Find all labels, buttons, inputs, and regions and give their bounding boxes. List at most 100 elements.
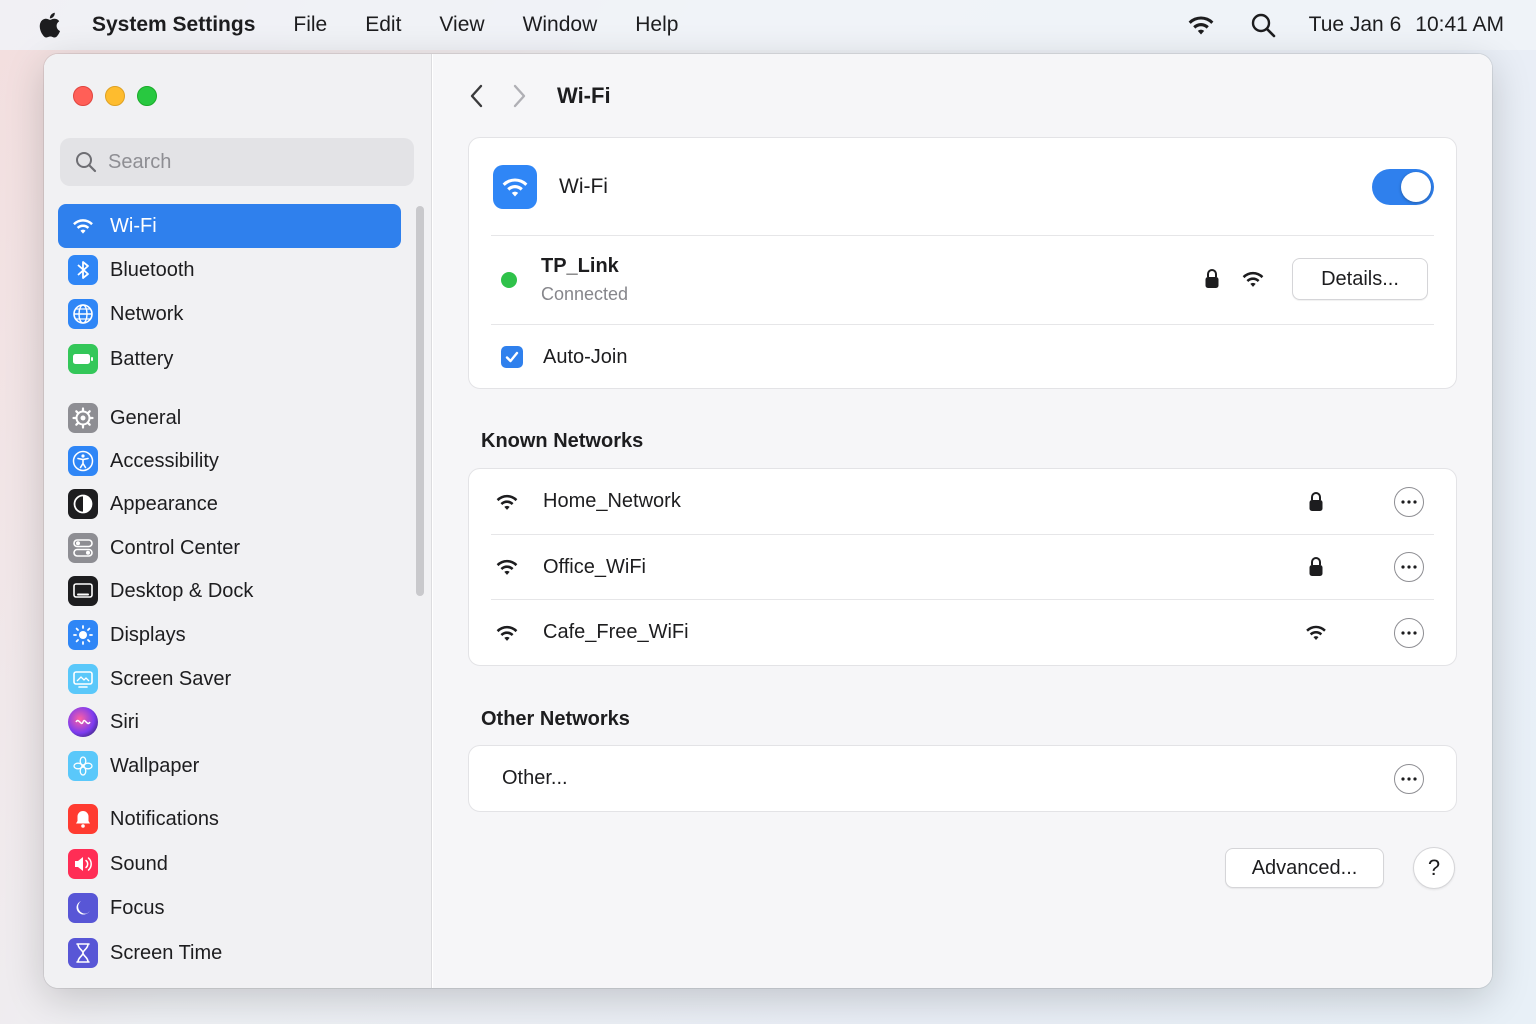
wifi-status-icon[interactable] [1185,9,1217,41]
menu-bar-clock[interactable]: Tue Jan 6 10:41 AM [1309,13,1504,37]
other-network-row[interactable]: Other... [469,746,1456,811]
advanced-button[interactable]: Advanced... [1225,848,1384,888]
known-networks-heading: Known Networks [481,430,644,452]
sidebar-item-displays[interactable]: Displays [58,613,401,657]
sidebar-item-label: Siri [110,710,139,733]
sidebar-item-network[interactable]: Network [58,292,401,336]
spotlight-search-icon[interactable] [1247,9,1279,41]
current-network-info: TP_Link Connected [541,255,628,305]
ellipsis-icon [1401,776,1417,781]
clock-date: Tue Jan 6 [1308,13,1402,36]
hourglass-icon [68,938,98,968]
sidebar: Search Wi-Fi Bluetooth Network Battery G… [44,54,432,988]
sidebar-item-wifi[interactable]: Wi-Fi [58,204,401,248]
wifi-label: Wi-Fi [559,175,608,198]
toggle-knob [1401,172,1431,202]
other-networks-heading: Other Networks [481,708,630,730]
sidebar-item-desktop-dock[interactable]: Desktop & Dock [58,569,401,613]
view-menu[interactable]: View [439,13,484,37]
back-button[interactable] [463,82,491,110]
ellipsis-icon [1401,565,1417,569]
sidebar-item-label: General [110,406,182,429]
lock-icon [1304,555,1328,579]
page-title: Wi-Fi [557,83,611,108]
screen-saver-icon [68,664,98,694]
more-options-button[interactable] [1394,763,1424,794]
sidebar-item-sound[interactable]: Sound [58,842,401,886]
displays-icon [68,620,98,650]
window-menu[interactable]: Window [523,13,598,37]
wifi-signal-icon [1240,269,1266,294]
sidebar-item-bluetooth[interactable]: Bluetooth [58,248,401,292]
more-options-button[interactable] [1394,486,1424,517]
lock-icon [1204,268,1220,295]
checkmark-icon [505,351,519,363]
sidebar-item-label: Desktop & Dock [110,579,254,602]
connected-status-dot [501,272,517,288]
known-network-name: Home_Network [543,490,681,512]
bluetooth-icon [68,255,98,285]
wifi-toggle[interactable] [1372,169,1434,205]
app-name-menu[interactable]: System Settings [92,13,255,37]
sidebar-item-label: Wi-Fi [110,214,157,237]
other-networks-card: Other... [468,745,1457,812]
known-network-name: Office_WiFi [543,555,646,578]
sidebar-item-label: Notifications [110,807,219,830]
toolbar: Wi-Fi [433,54,1492,138]
chevron-right-icon [513,84,526,108]
sidebar-item-battery[interactable]: Battery [58,337,401,381]
zoom-window-button[interactable] [137,86,157,106]
sidebar-item-screen-saver[interactable]: Screen Saver [58,657,401,701]
accessibility-icon [68,446,98,476]
more-options-button[interactable] [1394,617,1424,648]
sidebar-item-notifications[interactable]: Notifications [58,797,401,841]
details-button[interactable]: Details... [1292,258,1428,300]
more-options-button[interactable] [1394,552,1424,582]
sidebar-item-focus[interactable]: Focus [58,886,401,930]
sidebar-item-label: Appearance [110,492,218,515]
sidebar-item-siri[interactable]: Siri [58,700,401,744]
wifi-icon [493,621,521,645]
file-menu[interactable]: File [293,13,327,37]
known-network-row[interactable]: Home_Network [469,469,1456,534]
sidebar-item-accessibility[interactable]: Accessibility [58,439,401,483]
siri-icon [68,707,98,737]
known-network-name: Cafe_Free_WiFi [543,621,689,643]
sidebar-item-screen-time[interactable]: Screen Time [58,931,401,975]
sidebar-search-field[interactable]: Search [60,138,414,186]
auto-join-checkbox[interactable] [501,346,523,368]
sidebar-item-appearance[interactable]: Appearance [58,482,401,526]
ellipsis-icon [1401,630,1417,635]
sidebar-item-wallpaper[interactable]: Wallpaper [58,744,401,788]
other-network-label: Other... [502,767,568,789]
help-button[interactable]: ? [1413,847,1455,889]
sidebar-item-general[interactable]: General [58,396,401,440]
sidebar-item-label: Screen Time [110,941,223,964]
edit-menu[interactable]: Edit [365,13,401,37]
sidebar-item-label: Wallpaper [110,754,200,777]
lock-icon [1304,490,1328,514]
current-network-status: Connected [541,284,629,304]
wifi-icon [1304,621,1328,645]
known-network-row[interactable]: Office_WiFi [469,535,1456,599]
apple-menu-icon[interactable] [34,10,64,40]
settings-window: Search Wi-Fi Bluetooth Network Battery G… [44,54,1492,988]
ellipsis-icon [1401,499,1417,504]
help-menu[interactable]: Help [635,13,678,37]
known-network-row[interactable]: Cafe_Free_WiFi [469,600,1456,665]
battery-icon [68,344,98,374]
sidebar-item-label: Network [110,302,184,325]
desktop-dock-icon [68,576,98,606]
sidebar-scrollbar[interactable] [416,206,424,596]
search-placeholder: Search [108,150,172,173]
moon-icon [68,893,98,923]
sidebar-item-label: Displays [110,623,186,646]
forward-button[interactable] [505,82,533,110]
sidebar-item-label: Accessibility [110,449,219,472]
wifi-icon [68,211,98,241]
minimize-window-button[interactable] [105,86,125,106]
wifi-card: Wi-Fi TP_Link Connected Details... Auto-… [468,137,1457,389]
search-icon [76,152,97,173]
sidebar-item-control-center[interactable]: Control Center [58,526,401,570]
close-window-button[interactable] [73,86,93,106]
